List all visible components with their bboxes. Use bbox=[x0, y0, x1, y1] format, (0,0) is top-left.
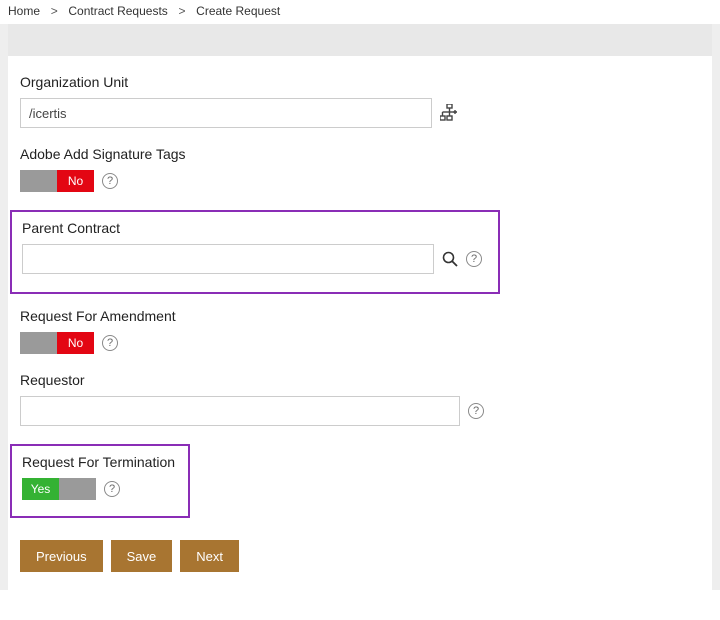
field-request-for-termination: Request For Termination Yes ? bbox=[22, 454, 178, 500]
button-bar: Previous Save Next bbox=[8, 540, 712, 590]
field-request-for-amendment: Request For Amendment No ? bbox=[20, 308, 700, 354]
save-button[interactable]: Save bbox=[111, 540, 173, 572]
highlight-parent-contract: Parent Contract ? bbox=[10, 210, 500, 294]
parent-contract-input[interactable] bbox=[22, 244, 434, 274]
field-requestor: Requestor ? bbox=[20, 372, 700, 426]
field-adobe-signature-tags: Adobe Add Signature Tags No ? bbox=[20, 146, 700, 192]
label-request-for-termination: Request For Termination bbox=[22, 454, 178, 470]
breadcrumb-sep: > bbox=[47, 4, 61, 18]
label-requestor: Requestor bbox=[20, 372, 700, 388]
breadcrumb-contract-requests[interactable]: Contract Requests bbox=[68, 4, 167, 18]
toggle-off-side bbox=[20, 332, 57, 354]
request-for-termination-toggle[interactable]: Yes bbox=[22, 478, 96, 500]
highlight-request-for-termination: Request For Termination Yes ? bbox=[10, 444, 190, 518]
adobe-signature-tags-toggle[interactable]: No bbox=[20, 170, 94, 192]
field-parent-contract: Parent Contract ? bbox=[22, 220, 488, 274]
search-icon[interactable] bbox=[442, 251, 458, 267]
request-for-amendment-toggle[interactable]: No bbox=[20, 332, 94, 354]
label-request-for-amendment: Request For Amendment bbox=[20, 308, 700, 324]
help-icon[interactable]: ? bbox=[468, 403, 484, 419]
toggle-off-side bbox=[20, 170, 57, 192]
header-band bbox=[8, 24, 712, 56]
toggle-no-label: No bbox=[57, 170, 94, 192]
hierarchy-icon[interactable] bbox=[440, 104, 460, 122]
help-icon[interactable]: ? bbox=[102, 335, 118, 351]
organization-unit-input[interactable] bbox=[20, 98, 432, 128]
requestor-input[interactable] bbox=[20, 396, 460, 426]
breadcrumb-sep: > bbox=[175, 4, 189, 18]
label-adobe-signature-tags: Adobe Add Signature Tags bbox=[20, 146, 700, 162]
previous-button[interactable]: Previous bbox=[20, 540, 103, 572]
toggle-yes-label: Yes bbox=[22, 478, 59, 500]
toggle-no-label: No bbox=[57, 332, 94, 354]
next-button[interactable]: Next bbox=[180, 540, 239, 572]
breadcrumb-home[interactable]: Home bbox=[8, 4, 40, 18]
help-icon[interactable]: ? bbox=[102, 173, 118, 189]
help-icon[interactable]: ? bbox=[104, 481, 120, 497]
breadcrumb-create-request: Create Request bbox=[196, 4, 280, 18]
label-parent-contract: Parent Contract bbox=[22, 220, 488, 236]
field-organization-unit: Organization Unit bbox=[20, 74, 700, 128]
breadcrumb: Home > Contract Requests > Create Reques… bbox=[0, 0, 720, 24]
help-icon[interactable]: ? bbox=[466, 251, 482, 267]
toggle-off-side bbox=[59, 478, 96, 500]
label-organization-unit: Organization Unit bbox=[20, 74, 700, 90]
